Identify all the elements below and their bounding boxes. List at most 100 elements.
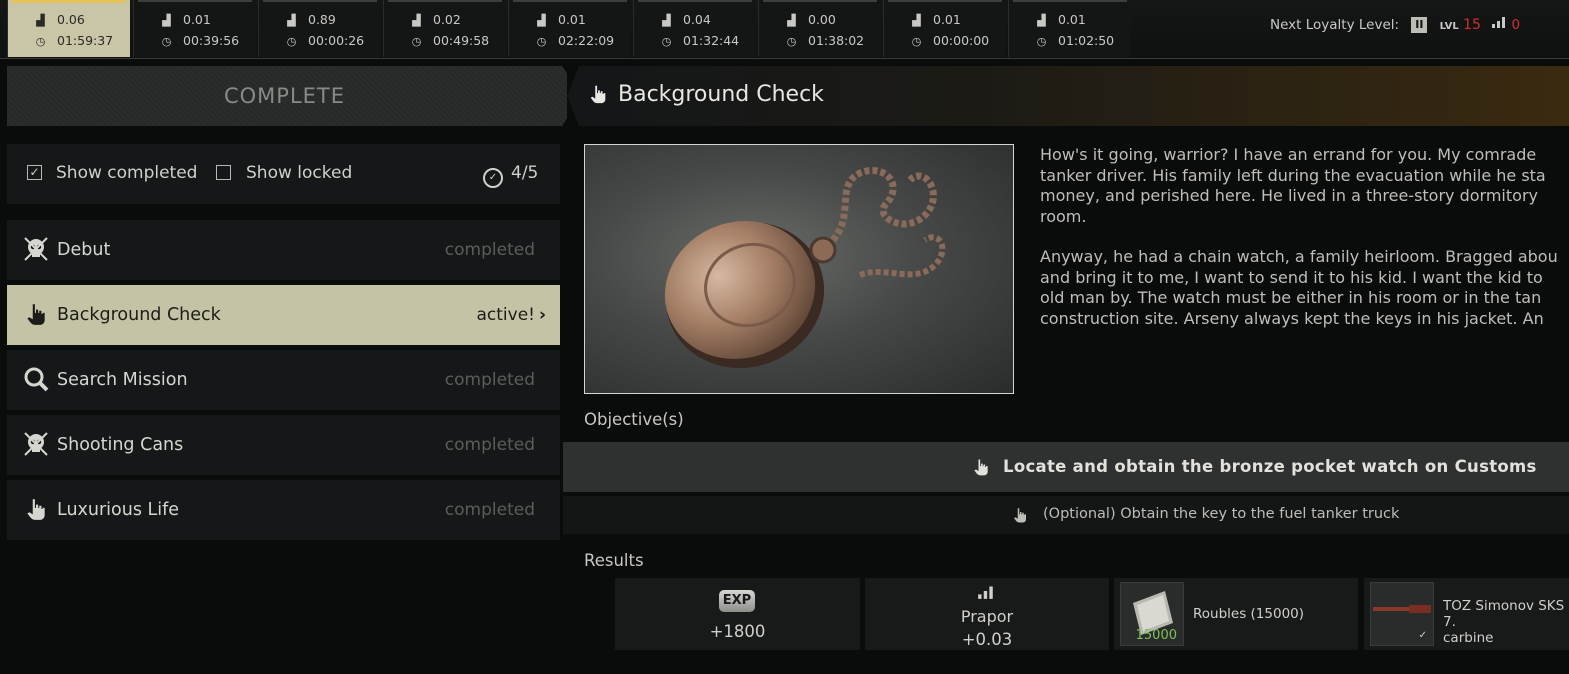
roubles-label: Roubles (15000) (1193, 606, 1305, 622)
quest-status: active! › (476, 305, 546, 325)
description-line: tanker driver. His family left during th… (1040, 165, 1546, 185)
quest-status-text: completed (444, 370, 535, 390)
exp-icon: EXP (719, 590, 755, 612)
trader-standing: ▟ 0.01 (160, 12, 211, 27)
description-line: Anyway, he had a chain watch, a family h… (1040, 247, 1558, 266)
weapon-item-slot[interactable]: ✓ (1370, 582, 1434, 646)
standing-icon: ▟ (36, 14, 45, 27)
trader-card[interactable]: ▟ 0.01 ◷ 02:22:09 (508, 0, 631, 57)
trader-card-accent (263, 0, 377, 2)
trader-standing-value: 0.01 (1058, 12, 1086, 27)
quest-status-text: active! (476, 305, 535, 325)
quest-status: completed (445, 500, 535, 520)
tab-complete[interactable]: COMPLETE (7, 66, 567, 126)
quest-status-text: completed (444, 500, 535, 520)
quest-image-pocket-watch (584, 144, 1014, 394)
trader-standing-value: 0.04 (683, 12, 711, 27)
hand-pointer-icon (590, 85, 606, 104)
trader-card-accent (513, 0, 627, 2)
clock-icon: ◷ (161, 35, 172, 48)
roubles-item-slot[interactable]: 15000 (1120, 582, 1184, 646)
quest-row[interactable]: Shooting Cans completed (7, 415, 560, 475)
trader-card[interactable]: ▟ 0.04 ◷ 01:32:44 (633, 0, 756, 57)
objective-optional-text: (Optional) Obtain the key to the fuel ta… (1043, 506, 1400, 522)
description-line: money, and perished here. He lived in a … (1040, 186, 1538, 205)
show-completed-label[interactable]: Show completed (56, 163, 197, 183)
quest-row[interactable]: Search Mission completed (7, 350, 560, 410)
chevron-right-icon: › (538, 305, 546, 325)
quest-status: completed (445, 240, 535, 260)
trader-restock-timer: ◷ 00:39:56 (160, 33, 239, 48)
trader-restock-value: 01:38:02 (808, 33, 865, 48)
quest-name: Background Check (57, 305, 221, 325)
trader-card-accent (763, 0, 877, 2)
trader-restock-value: 01:59:37 (57, 33, 114, 48)
trader-standing-value: 0.01 (558, 12, 586, 27)
trader-card-accent (388, 0, 502, 2)
trader-restock-timer: ◷ 02:22:09 (535, 33, 614, 48)
trader-card[interactable]: ▟ 0.00 ◷ 01:38:02 (758, 0, 881, 57)
standing-icon (1491, 17, 1511, 33)
quest-count: ✓ 4/5 (483, 163, 538, 188)
reward-trader-standing: Prapor +0.03 (865, 578, 1109, 650)
description-line: How's it going, warrior? I have an erran… (1040, 145, 1537, 164)
trader-restock-timer: ◷ 00:00:26 (285, 33, 364, 48)
standing-icon: ▟ (537, 14, 546, 27)
trader-card-accent (138, 0, 252, 2)
quest-name: Search Mission (57, 370, 188, 390)
lvl-prefix: LVL (1439, 21, 1459, 32)
roubles-stack-count: 15000 (1135, 628, 1177, 643)
hand-pointer-icon (1014, 508, 1026, 523)
trader-card[interactable]: ▟ 0.06 ◷ 01:59:37 (7, 0, 130, 57)
show-locked-label[interactable]: Show locked (246, 163, 352, 183)
trader-standing: ▟ 0.01 (535, 12, 586, 27)
trader-card[interactable]: ▟ 0.89 ◷ 00:00:26 (258, 0, 381, 57)
clock-icon: ◷ (661, 35, 672, 48)
standing-icon: ▟ (287, 14, 296, 27)
standing-icon: ▟ (162, 14, 171, 27)
show-completed-checkbox[interactable]: ✓ (27, 165, 42, 180)
hand-pointer-icon (23, 496, 49, 522)
trader-card-accent (12, 0, 126, 3)
description-line: old man by. The watch must be either in … (1040, 288, 1542, 307)
trader-restock-timer: ◷ 00:00:00 (910, 33, 989, 48)
standing-icon: ▟ (912, 14, 921, 27)
hand-pointer-icon (23, 301, 49, 327)
trader-standing-value: 0.00 (808, 12, 836, 27)
trader-standing-value: 0.06 (57, 12, 85, 27)
trader-standing: ▟ 0.01 (1035, 12, 1086, 27)
reward-weapon[interactable]: ✓ TOZ Simonov SKS 7. carbine (1364, 578, 1569, 650)
trader-standing: ▟ 0.00 (785, 12, 836, 27)
trader-card[interactable]: ▟ 0.01 ◷ 00:39:56 (133, 0, 256, 57)
next-loyalty-label: Next Loyalty Level: (1270, 17, 1400, 33)
quest-row[interactable]: Luxurious Life completed (7, 480, 560, 540)
trader-card[interactable]: ▟ 0.02 ◷ 00:49:58 (383, 0, 506, 57)
trader-restock-timer: ◷ 01:38:02 (785, 33, 864, 48)
quest-title: Background Check (618, 82, 824, 107)
show-locked-checkbox[interactable] (216, 165, 231, 180)
description-line: construction site. Arseny always kept th… (1040, 308, 1544, 328)
description-line: room. (1040, 206, 1087, 226)
objective-main-text: Locate and obtain the bronze pocket watc… (1003, 457, 1537, 476)
item-check-icon: ✓ (1418, 630, 1427, 641)
quest-name: Shooting Cans (57, 435, 184, 455)
reward-exp: EXP +1800 (615, 578, 860, 650)
quest-row[interactable]: Background Check active! › (7, 285, 560, 345)
trader-restock-value: 00:49:58 (433, 33, 490, 48)
quest-row[interactable]: Debut completed (7, 220, 560, 280)
trader-restock-timer: ◷ 01:59:37 (34, 33, 113, 48)
trader-standing-value: 0.01 (183, 12, 211, 27)
trader-card-accent (638, 0, 752, 2)
trader-card[interactable]: ▟ 0.01 ◷ 00:00:00 (883, 0, 1006, 57)
reward-roubles[interactable]: 15000 Roubles (15000) (1114, 578, 1358, 650)
quest-status-text: completed (444, 240, 535, 260)
check-circle-icon: ✓ (483, 168, 503, 188)
quest-count-value: 4/5 (511, 163, 539, 183)
trader-strip: ▟ 0.06 ◷ 01:59:37 ▟ 0.01 ◷ 00:39:56 ▟ 0.89 ◷ 00:00:… (0, 0, 1569, 59)
trader-card[interactable]: ▟ 0.01 ◷ 01:02:50 (1008, 0, 1131, 57)
trader-standing: ▟ 0.89 (285, 12, 336, 27)
trader-standing: ▟ 0.01 (910, 12, 961, 27)
weapon-label: TOZ Simonov SKS 7. carbine (1443, 598, 1569, 646)
reward-exp-value: +1800 (709, 622, 766, 641)
standing-icon: ▟ (662, 14, 671, 27)
